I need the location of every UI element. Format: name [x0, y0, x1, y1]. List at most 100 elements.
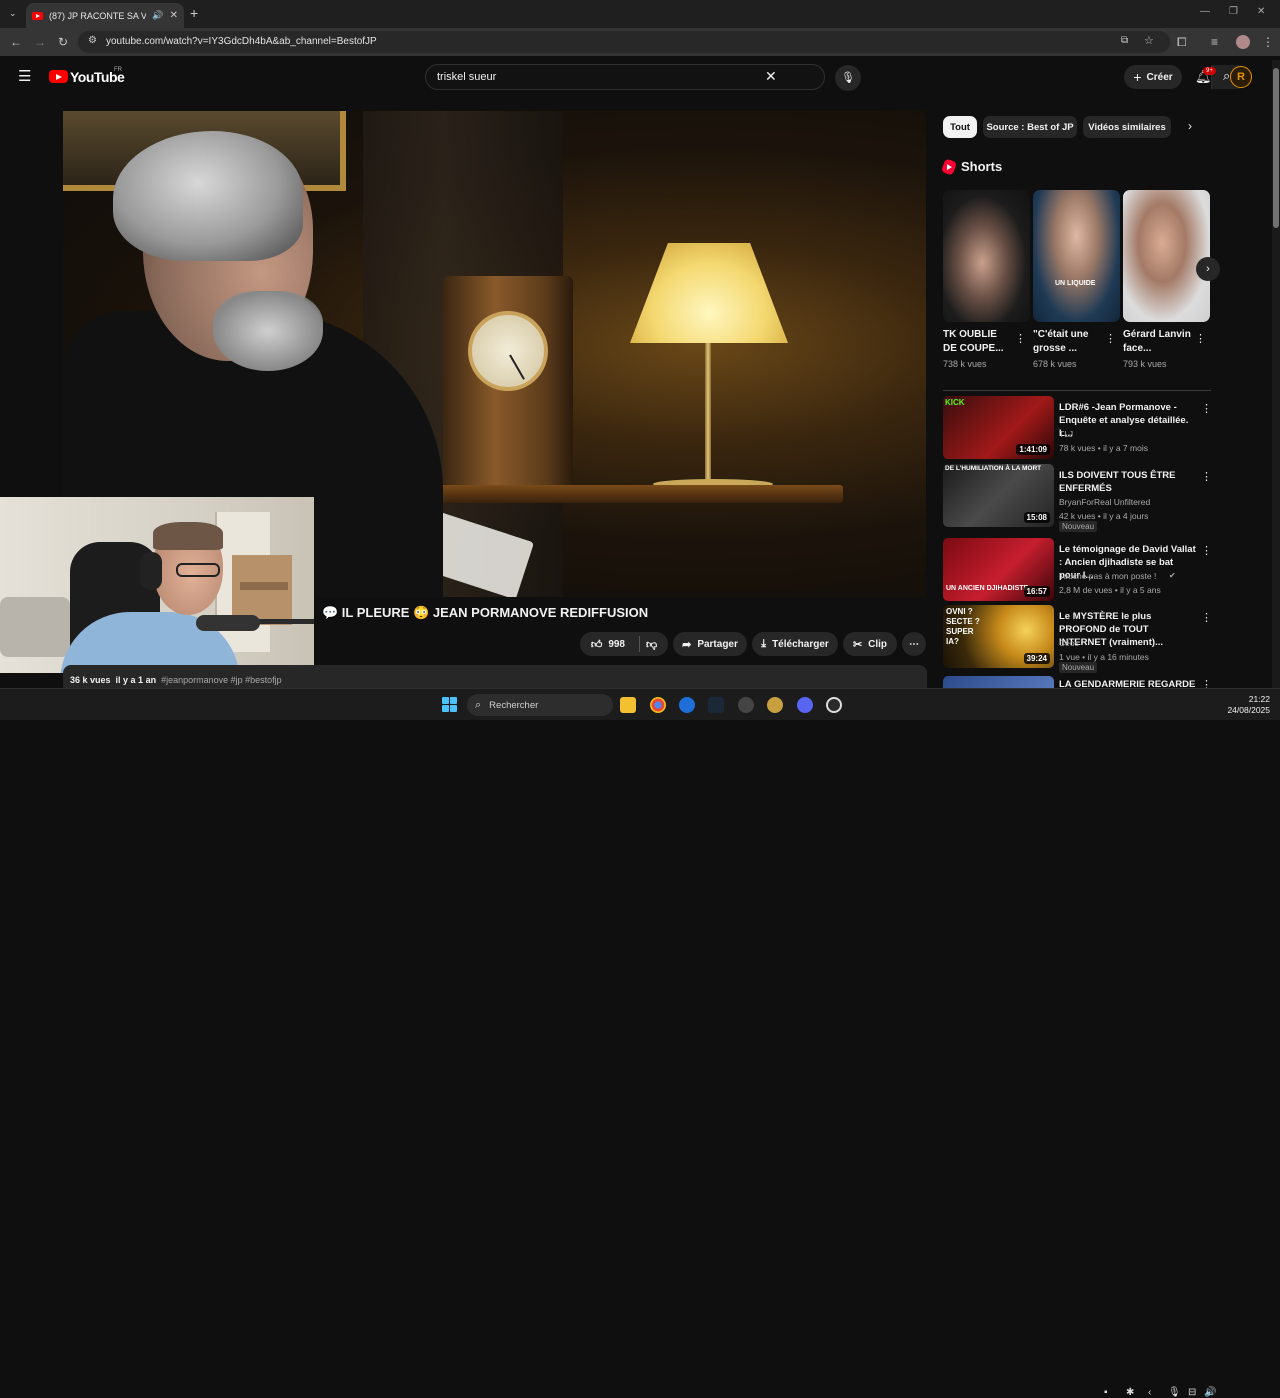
- site-info-icon[interactable]: ⚙: [88, 35, 97, 46]
- reload-icon[interactable]: ↻: [58, 34, 68, 50]
- rec-title[interactable]: ILS DOIVENT TOUS ÊTRE ENFERMÉS: [1059, 469, 1196, 495]
- recommendation-item[interactable]: UN ANCIEN DJIHADISTE 16:57 Le témoignage…: [943, 538, 1212, 604]
- more-actions-button[interactable]: ⋯: [902, 632, 926, 656]
- wow-icon[interactable]: [767, 697, 783, 713]
- file-explorer-icon[interactable]: [620, 697, 636, 713]
- tray-settings-icon[interactable]: ✱: [1126, 1387, 1134, 1398]
- taskbar-search-label: Rechercher: [489, 699, 539, 711]
- speaker-icon[interactable]: 🔊: [152, 10, 163, 21]
- recommendation-item[interactable]: DE L'HUMILIATION À LA MORT 15:08 ILS DOI…: [943, 464, 1212, 532]
- rec-thumb-text: KICK: [945, 398, 965, 407]
- profile-avatar-icon[interactable]: [1236, 35, 1250, 49]
- rec-thumbnail[interactable]: KICK 1:41:09: [943, 396, 1054, 459]
- thumbs-up-icon: 👍︎: [590, 638, 603, 651]
- rec-title[interactable]: LDR#6 -Jean Pormanove - Enquête et analy…: [1059, 401, 1196, 440]
- short-title[interactable]: Gérard Lanvin face...: [1123, 328, 1191, 356]
- extensions-icon[interactable]: ⧠: [1177, 34, 1187, 50]
- restore-icon[interactable]: ❐: [1229, 6, 1238, 17]
- short-thumbnail[interactable]: [1123, 190, 1210, 322]
- app-icon[interactable]: [738, 697, 754, 713]
- youtube-logo-icon[interactable]: [49, 70, 68, 83]
- rec-menu-icon[interactable]: ⋮: [1201, 402, 1212, 415]
- close-window-icon[interactable]: ✕: [1257, 6, 1265, 17]
- rec-menu-icon[interactable]: ⋮: [1201, 611, 1212, 624]
- search-input[interactable]: triskel sueur: [437, 71, 496, 83]
- chip-next-chevron-icon[interactable]: ›: [1188, 119, 1192, 133]
- media-player-icon[interactable]: [826, 697, 842, 713]
- browser-menu-icon[interactable]: ⋮: [1262, 34, 1274, 50]
- download-button[interactable]: ⤓ Télécharger: [752, 632, 838, 656]
- clip-button[interactable]: ✂ Clip: [843, 632, 897, 656]
- short-item[interactable]: UN LIQUIDE "C'était une grosse ... ⋮ 678…: [1033, 190, 1120, 369]
- rec-meta: 2,8 M de vues • il y a 5 ans: [1059, 585, 1161, 595]
- rec-channel[interactable]: BryanForReal Unfiltered: [1059, 497, 1150, 507]
- rec-title[interactable]: Le MYSTÈRE le plus PROFOND de TOUT INTER…: [1059, 610, 1196, 649]
- create-button[interactable]: + Créer: [1124, 65, 1182, 89]
- reading-list-icon[interactable]: ≡: [1211, 34, 1218, 50]
- rec-menu-icon[interactable]: ⋮: [1201, 678, 1211, 688]
- more-icon: ⋯: [909, 638, 919, 650]
- scrollbar-thumb[interactable]: [1273, 68, 1279, 228]
- tray-app-icon[interactable]: ▪: [1104, 1387, 1108, 1398]
- chip-similar[interactable]: Vidéos similaires: [1083, 116, 1171, 138]
- short-title[interactable]: TK OUBLIE DE COUPE...: [943, 328, 1011, 356]
- url-text[interactable]: youtube.com/watch?v=IY3GdcDh4bA&ab_chann…: [106, 36, 377, 47]
- rec-menu-icon[interactable]: ⋮: [1201, 470, 1212, 483]
- rec-menu-icon[interactable]: ⋮: [1201, 544, 1212, 557]
- short-title[interactable]: "C'était une grosse ...: [1033, 328, 1101, 356]
- minimize-icon[interactable]: —: [1200, 6, 1210, 17]
- rec-title[interactable]: LA GENDARMERIE REGARDE: [1059, 678, 1196, 688]
- short-item[interactable]: TK OUBLIE DE COUPE... ⋮ 738 k vues: [943, 190, 1030, 369]
- install-app-icon[interactable]: ⧉: [1121, 35, 1128, 46]
- short-thumbnail[interactable]: UN LIQUIDE: [1033, 190, 1120, 322]
- rec-channel[interactable]: Céos: [1059, 638, 1079, 648]
- rec-channel[interactable]: Touche pas à mon poste !: [1059, 571, 1156, 581]
- search-box[interactable]: triskel sueur ✕ ⌕: [425, 64, 1249, 90]
- edge-icon[interactable]: [679, 697, 695, 713]
- short-menu-icon[interactable]: ⋮: [1105, 332, 1116, 345]
- short-menu-icon[interactable]: ⋮: [1015, 332, 1026, 345]
- short-menu-icon[interactable]: ⋮: [1195, 332, 1206, 345]
- rec-thumbnail[interactable]: DE L'HUMILIATION À LA MORT 15:08: [943, 464, 1054, 527]
- taskbar-search[interactable]: ⌕ Rechercher: [467, 694, 613, 716]
- hashtags[interactable]: #jeanpormanove #jp #bestofjp: [161, 675, 282, 685]
- recommendation-item[interactable]: KICK 1:41:09 LDR#6 -Jean Pormanove - Enq…: [943, 396, 1212, 462]
- short-item[interactable]: Gérard Lanvin face... ⋮ 793 k vues: [1123, 190, 1210, 369]
- tray-chevron-icon[interactable]: ‹: [1148, 1387, 1151, 1398]
- like-button[interactable]: 👍︎ 998 👎︎: [580, 632, 668, 656]
- bookmark-star-icon[interactable]: ☆: [1144, 34, 1154, 47]
- address-bar[interactable]: ⚙ youtube.com/watch?v=IY3GdcDh4bA&ab_cha…: [78, 31, 1170, 53]
- chip-all[interactable]: Tout: [943, 116, 977, 138]
- short-thumbnail[interactable]: [943, 190, 1030, 322]
- user-avatar[interactable]: R: [1230, 66, 1252, 88]
- tab-search-chevron-icon[interactable]: ⌄: [9, 8, 17, 19]
- chrome-icon[interactable]: [650, 697, 666, 713]
- steam-icon[interactable]: [708, 697, 724, 713]
- download-label: Télécharger: [772, 638, 829, 650]
- browser-tab-youtube[interactable]: (87) JP RACONTE SA VIE A L 🔊 ✕: [26, 3, 184, 28]
- volume-icon[interactable]: 🔊: [1204, 1387, 1216, 1398]
- hamburger-menu-icon[interactable]: ☰: [18, 67, 31, 85]
- share-button[interactable]: ➦ Partager: [673, 632, 747, 656]
- forward-icon[interactable]: →: [34, 34, 46, 50]
- voice-search-button[interactable]: 🎙: [835, 65, 861, 91]
- rec-thumbnail[interactable]: UN ANCIEN DJIHADISTE 16:57: [943, 538, 1054, 601]
- close-tab-icon[interactable]: ✕: [170, 10, 178, 21]
- network-icon[interactable]: ⊟: [1188, 1387, 1196, 1398]
- shorts-next-chevron-icon[interactable]: ›: [1196, 257, 1220, 281]
- recommendation-item[interactable]: OVNI ? SECTE ? SUPER IA? 39:24 Le MYSTÈR…: [943, 605, 1212, 673]
- windows-start-icon[interactable]: [442, 697, 457, 712]
- chip-source[interactable]: Source : Best of JP: [983, 116, 1077, 138]
- clear-search-icon[interactable]: ✕: [765, 68, 777, 85]
- rec-new-badge: Nouveau: [1059, 662, 1098, 673]
- rec-thumbnail[interactable]: [943, 676, 1054, 688]
- rec-channel[interactable]: TLJ: [1059, 429, 1073, 439]
- new-tab-button[interactable]: +: [190, 5, 198, 21]
- taskbar-clock[interactable]: 21:22 24/08/2025: [1226, 694, 1270, 716]
- recommendation-item[interactable]: LA GENDARMERIE REGARDE ⋮: [943, 676, 1211, 688]
- thumbs-down-icon[interactable]: 👎︎: [646, 638, 657, 651]
- discord-icon[interactable]: [797, 697, 813, 713]
- back-icon[interactable]: ←: [10, 34, 22, 50]
- rec-thumbnail[interactable]: OVNI ? SECTE ? SUPER IA? 39:24: [943, 605, 1054, 668]
- microphone-tray-icon[interactable]: 🎙: [1168, 1387, 1181, 1398]
